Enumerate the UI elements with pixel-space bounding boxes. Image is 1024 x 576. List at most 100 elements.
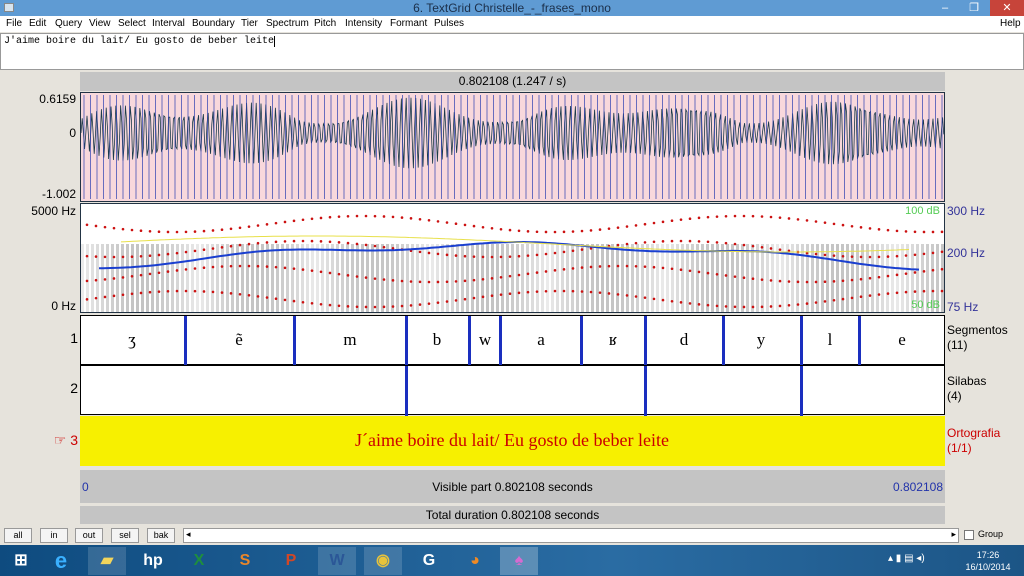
- selection-duration-header[interactable]: 0.802108 (1.247 / s): [80, 72, 945, 91]
- tray-icons[interactable]: ▴ ▮ ▤ ◂): [888, 553, 925, 564]
- spectrogram-band: [701, 244, 704, 312]
- spectrogram-band: [331, 244, 334, 312]
- spectrogram-band: [276, 244, 279, 312]
- menu-bar: File Edit Query View Select Interval Bou…: [0, 16, 1024, 32]
- segment[interactable]: ẽ: [235, 330, 243, 350]
- tier-boundary[interactable]: [184, 316, 187, 366]
- segment[interactable]: w: [479, 330, 491, 350]
- menu-tier[interactable]: Tier: [241, 16, 258, 32]
- tier-boundary[interactable]: [722, 316, 725, 366]
- firefox-icon[interactable]: ◕: [456, 547, 494, 575]
- formant-point: [940, 250, 944, 254]
- tier-silabas[interactable]: [80, 365, 945, 416]
- segment[interactable]: b: [433, 330, 442, 350]
- zoom-in-button[interactable]: in: [40, 528, 68, 543]
- tier-boundary[interactable]: [468, 316, 471, 366]
- formant-point: [679, 301, 683, 304]
- menu-select[interactable]: Select: [118, 16, 146, 32]
- clock[interactable]: 17:26 16/10/2014: [960, 549, 1016, 573]
- tier-boundary[interactable]: [644, 316, 647, 366]
- segment[interactable]: l: [828, 330, 833, 350]
- formant-point: [652, 240, 656, 244]
- formant-point: [418, 303, 422, 306]
- formant-point: [940, 267, 944, 271]
- spectrogram-band: [346, 244, 349, 312]
- tier-ortografia[interactable]: J´aime boire du lait/ Eu gosto de beber …: [80, 416, 945, 466]
- sway-icon[interactable]: S: [226, 547, 264, 575]
- menu-edit[interactable]: Edit: [29, 16, 46, 32]
- formant-point: [697, 240, 701, 243]
- segment[interactable]: ʒ: [128, 330, 136, 350]
- minimize-button[interactable]: –: [932, 0, 958, 16]
- word-icon[interactable]: W: [318, 547, 356, 575]
- formant-point: [166, 270, 170, 273]
- menu-spectrum[interactable]: Spectrum: [266, 16, 309, 32]
- segment[interactable]: e: [898, 330, 906, 350]
- waveform[interactable]: [80, 92, 945, 202]
- scroll-right-icon[interactable]: ▸: [951, 529, 956, 540]
- menu-pulses[interactable]: Pulses: [434, 16, 464, 32]
- scroll-left-icon[interactable]: ◂: [186, 529, 191, 540]
- menu-formant[interactable]: Formant: [390, 16, 427, 32]
- internet-explorer-icon[interactable]: e: [42, 547, 80, 575]
- close-button[interactable]: ✕: [990, 0, 1024, 16]
- menu-help[interactable]: Help: [1000, 16, 1021, 32]
- tier-2-name: Silabas (4): [947, 374, 986, 404]
- windows-start-icon[interactable]: ⊞: [2, 547, 40, 575]
- spectrogram-band: [646, 244, 649, 312]
- hp-icon[interactable]: hp: [134, 547, 172, 575]
- formant-point: [94, 278, 98, 282]
- formant-point: [364, 214, 368, 218]
- formant-point: [229, 227, 233, 231]
- formant-point: [571, 230, 575, 233]
- segment[interactable]: m: [343, 330, 356, 350]
- menu-query[interactable]: Query: [55, 16, 82, 32]
- spectrogram-band: [461, 244, 464, 312]
- chrome-icon[interactable]: ◉: [364, 547, 402, 575]
- total-duration-bar[interactable]: Total duration 0.802108 seconds: [80, 506, 945, 524]
- maximize-button[interactable]: ❐: [961, 0, 987, 16]
- segment[interactable]: J´aime boire du lait/ Eu gosto de beber …: [355, 430, 669, 451]
- segment[interactable]: ʁ: [609, 330, 617, 350]
- formant-point: [373, 305, 377, 309]
- spectrogram-band: [441, 244, 444, 312]
- segment[interactable]: y: [757, 330, 766, 350]
- title-bar: 6. TextGrid Christelle_-_frases_mono: [0, 0, 1024, 16]
- zoom-back-button[interactable]: bak: [147, 528, 175, 543]
- tier-boundary[interactable]: [580, 316, 583, 366]
- segment[interactable]: d: [680, 330, 689, 350]
- horizontal-scrollbar[interactable]: ◂ ▸: [183, 528, 959, 543]
- file-explorer-icon[interactable]: ▰: [88, 547, 126, 575]
- menu-view[interactable]: View: [89, 16, 111, 32]
- zoom-all-button[interactable]: all: [4, 528, 32, 543]
- tier-boundary[interactable]: [800, 366, 803, 416]
- menu-file[interactable]: File: [6, 16, 22, 32]
- menu-interval[interactable]: Interval: [152, 16, 185, 32]
- interval-text-field[interactable]: J'aime boire du lait/ Eu gosto de beber …: [0, 33, 1024, 70]
- tier-boundary[interactable]: [293, 316, 296, 366]
- formant-point: [796, 303, 800, 306]
- formant-point: [256, 295, 260, 298]
- spectrogram-band: [416, 244, 419, 312]
- tier-boundary[interactable]: [405, 366, 408, 416]
- tier-segmentos[interactable]: ʒ ẽ m b w a ʁ d y l e: [80, 315, 945, 366]
- zoom-out-button[interactable]: out: [75, 528, 103, 543]
- powerpoint-icon[interactable]: P: [272, 547, 310, 575]
- tier-boundary[interactable]: [858, 316, 861, 366]
- app-icon-taskbar[interactable]: G: [410, 547, 448, 575]
- menu-pitch[interactable]: Pitch: [314, 16, 336, 32]
- praat-icon[interactable]: ♠: [500, 547, 538, 575]
- menu-boundary[interactable]: Boundary: [192, 16, 235, 32]
- tier-boundary[interactable]: [800, 316, 803, 366]
- visible-part-bar[interactable]: 0 Visible part 0.802108 seconds 0.802108: [80, 470, 945, 503]
- group-checkbox[interactable]: [964, 530, 974, 540]
- menu-intensity[interactable]: Intensity: [345, 16, 382, 32]
- spectrogram[interactable]: 100 dB 50 dB: [80, 203, 945, 313]
- excel-icon[interactable]: X: [180, 547, 218, 575]
- segment[interactable]: a: [537, 330, 545, 350]
- tier-boundary[interactable]: [644, 366, 647, 416]
- tier-boundary[interactable]: [499, 316, 502, 366]
- spectrogram-band: [96, 244, 99, 312]
- tier-boundary[interactable]: [405, 316, 408, 366]
- zoom-selection-button[interactable]: sel: [111, 528, 139, 543]
